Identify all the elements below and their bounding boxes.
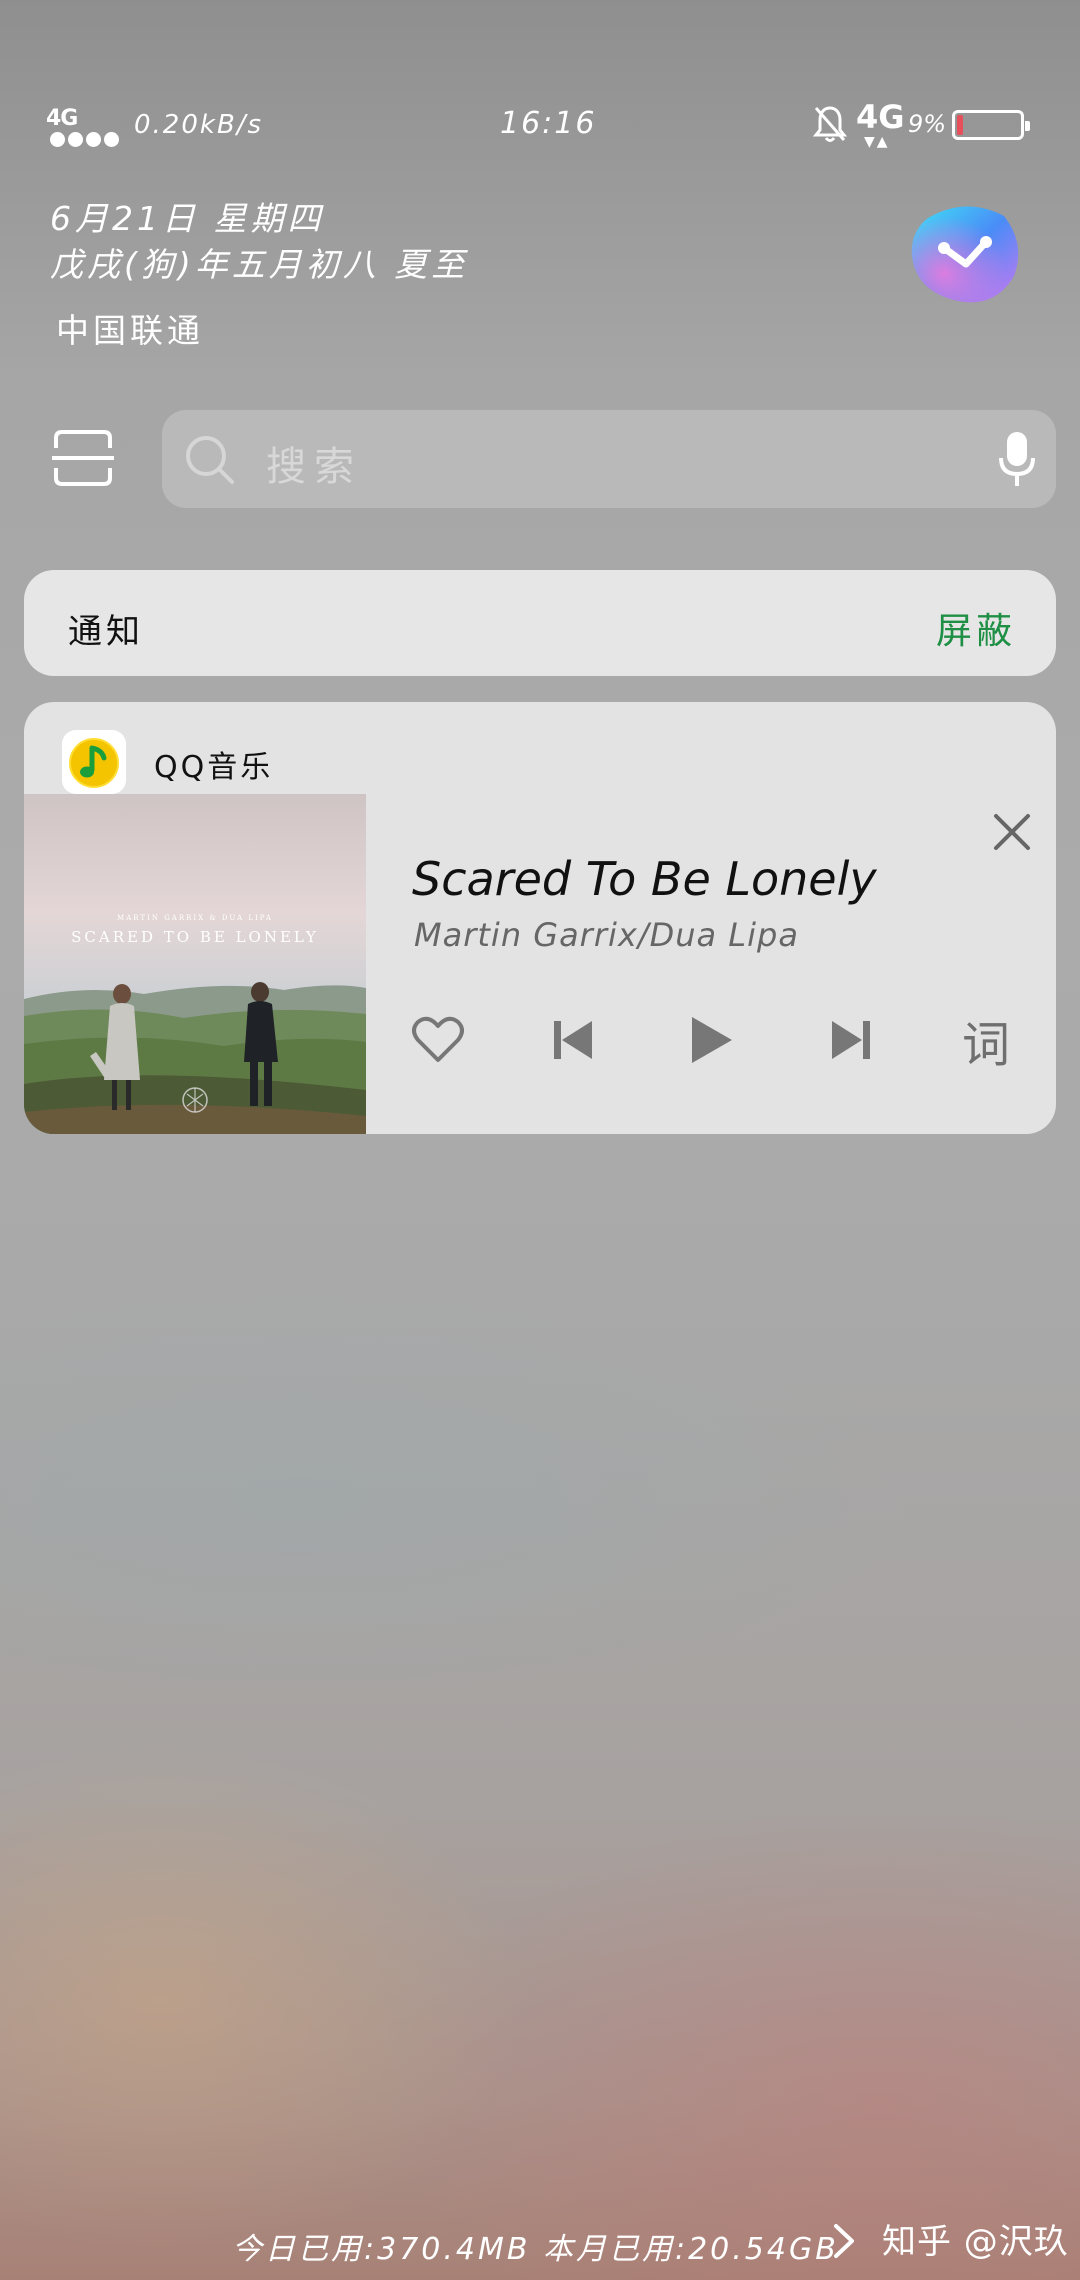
battery-icon [952,110,1030,140]
song-artist: Martin Garrix/Dua Lipa [414,916,799,954]
previous-button[interactable] [544,1010,604,1070]
date-weekday: 6月21日 星期四 [50,199,325,238]
skip-next-icon [832,1021,870,1059]
heart-icon [412,1016,464,1062]
notification-title: 通知 [68,612,144,652]
lyrics-button[interactable]: 词 [956,1010,1016,1073]
app-name: QQ音乐 [154,750,274,785]
battery-percent: 9% [908,110,947,138]
carrier-name: 中国联通 [56,311,204,350]
play-button[interactable] [680,1010,740,1070]
chevron-right-icon[interactable] [832,2222,856,2260]
bell-muted-icon [812,106,848,142]
status-time: 16:16 [500,106,597,141]
play-icon [692,1017,732,1063]
favorite-button[interactable] [408,1010,468,1070]
block-notifications-button[interactable]: 屏蔽 [936,602,1016,654]
music-notification-card[interactable]: QQ音乐 MARTIN GARRIX & DUA LIPA SCARED TO … [24,702,1056,1134]
network-type-right: 4G [856,98,905,136]
battery-level-fill [957,115,963,135]
scan-button[interactable] [52,428,114,488]
data-activity-icon: ▼▲ [864,134,890,150]
assistant-logo-icon[interactable] [908,200,1024,308]
signal-strength-icon [50,132,119,147]
search-icon [186,436,234,484]
skip-previous-icon [554,1021,592,1059]
qq-music-app-icon [62,730,126,794]
network-speed: 0.20kB/s [134,110,264,140]
network-type-left: 4G [46,106,78,131]
album-art-subtext: MARTIN GARRIX & DUA LIPA [117,914,273,922]
status-bar: 4G 0.20kB/s 16:16 4G ▼▲ 9% [0,96,1080,156]
album-art: MARTIN GARRIX & DUA LIPA SCARED TO BE LO… [24,794,366,1134]
next-button[interactable] [820,1010,880,1070]
data-usage-text[interactable]: 今日已用:370.4MB 本月已用:20.54GB [232,2224,839,2268]
watermark: 知乎 @沢玖 [882,2222,1069,2262]
notification-header: 通知 屏蔽 [24,570,1056,676]
song-title: Scared To Be Lonely [412,852,877,906]
lunar-date: 戊戌(狗)年五月初八 夏至 [50,245,469,284]
album-art-title: SCARED TO BE LONELY [71,928,319,946]
microphone-icon[interactable] [998,430,1036,488]
search-input[interactable]: 搜索 [266,434,362,492]
search-bar[interactable]: 搜索 [162,410,1056,508]
close-icon[interactable] [990,810,1034,854]
